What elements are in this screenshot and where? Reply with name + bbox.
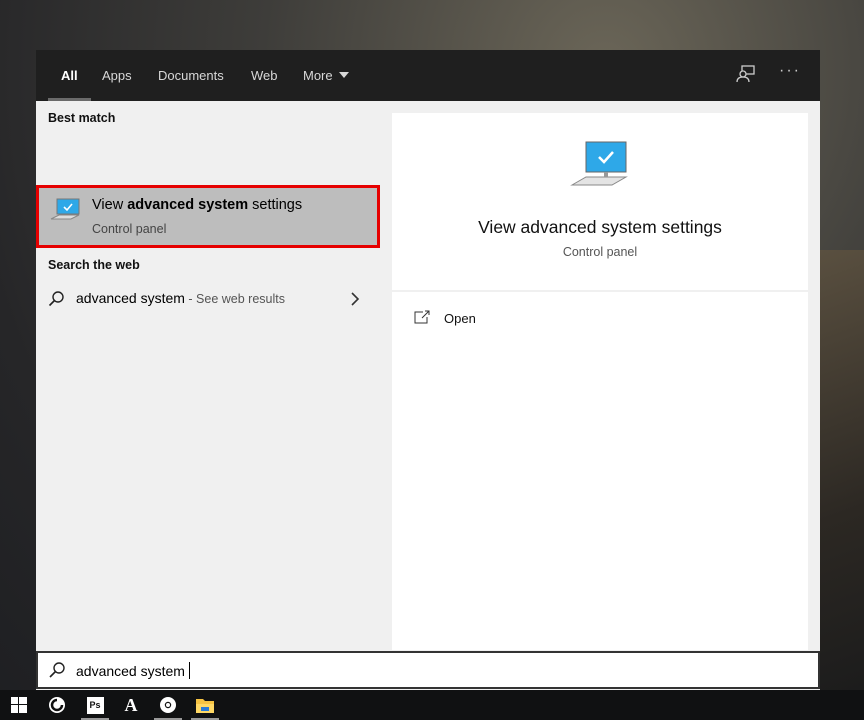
preview-subtitle: Control panel (562, 245, 638, 259)
search-header: All Apps Documents Web More ··· (36, 50, 820, 101)
tab-documents[interactable]: Documents (158, 50, 224, 101)
taskbar: Ps A (0, 690, 864, 720)
search-web-heading: Search the web (48, 258, 140, 272)
more-options-icon[interactable]: ··· (779, 62, 801, 80)
preview-pane: View advanced system settings Control pa… (392, 113, 808, 650)
best-match-subtitle: Control panel (92, 222, 167, 236)
windows-start-icon[interactable] (2, 690, 36, 720)
chevron-right-icon[interactable] (350, 292, 360, 306)
wallpaper-mountain (814, 250, 864, 690)
best-match-title: View advanced system settings (92, 197, 303, 213)
search-box[interactable]: advanced system (36, 651, 820, 689)
tab-all[interactable]: All (48, 50, 90, 101)
search-icon (48, 291, 64, 307)
tab-web[interactable]: Web (251, 50, 278, 101)
preview-card: View advanced system settings Control pa… (392, 113, 808, 290)
search-input[interactable]: advanced system (76, 662, 190, 679)
text-cursor (188, 662, 190, 679)
search-icon (49, 662, 65, 678)
preview-title: View advanced system settings (478, 217, 722, 237)
photoshop-icon[interactable]: Ps (78, 690, 112, 720)
firefox-icon[interactable] (40, 690, 74, 720)
tab-more-label: More (303, 68, 333, 83)
search-panel: All Apps Documents Web More ··· Best mat… (36, 50, 820, 690)
open-label: Open (444, 311, 476, 326)
chrome-icon[interactable] (151, 690, 185, 720)
open-action[interactable]: Open (414, 310, 476, 326)
best-match-result[interactable]: View advanced system settings Control pa… (36, 185, 380, 248)
file-explorer-icon[interactable] (188, 690, 222, 720)
computer-settings-icon (50, 198, 80, 220)
best-match-heading: Best match (48, 111, 116, 125)
tab-more[interactable]: More (303, 50, 349, 101)
web-result-text: advanced system - See web results (76, 290, 285, 306)
results-list: Best match View advanced system settings… (36, 101, 380, 650)
computer-settings-icon-large (570, 141, 628, 186)
tab-apps[interactable]: Apps (102, 50, 132, 101)
feedback-icon[interactable] (736, 64, 756, 89)
font-app-icon[interactable]: A (114, 690, 148, 720)
preview-actions: Open (392, 292, 808, 650)
web-result[interactable]: advanced system - See web results (36, 281, 380, 317)
caret-down-icon (338, 72, 349, 78)
open-icon (414, 310, 430, 324)
